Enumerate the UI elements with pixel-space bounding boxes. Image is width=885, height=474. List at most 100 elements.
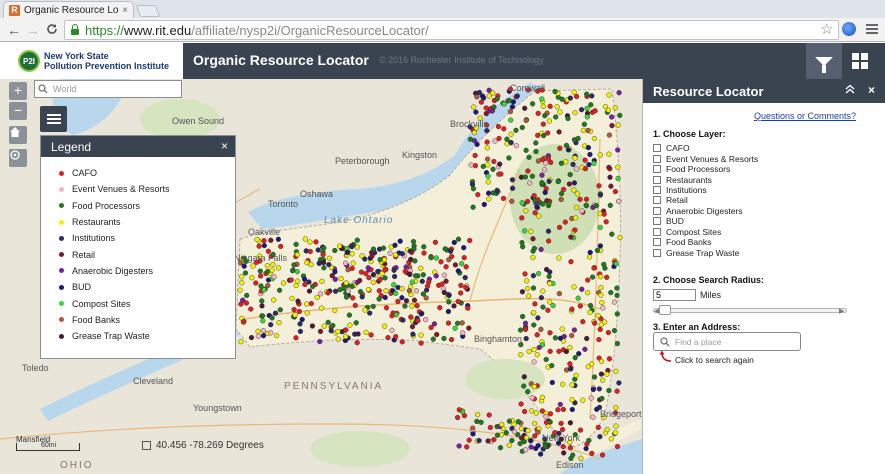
- resource-point[interactable]: [547, 103, 553, 109]
- resource-point[interactable]: [413, 288, 420, 294]
- resource-point[interactable]: [541, 167, 548, 173]
- resource-point[interactable]: [540, 132, 547, 139]
- resource-point[interactable]: [325, 290, 331, 296]
- resource-point[interactable]: [337, 243, 343, 249]
- resource-point[interactable]: [508, 139, 514, 146]
- resource-point[interactable]: [366, 275, 372, 281]
- resource-point[interactable]: [333, 288, 339, 294]
- resource-point[interactable]: [583, 196, 590, 202]
- resource-point[interactable]: [357, 277, 363, 284]
- map-search-input[interactable]: [53, 84, 173, 94]
- resource-point[interactable]: [602, 104, 609, 110]
- resource-point[interactable]: [268, 330, 274, 336]
- resource-point[interactable]: [535, 429, 541, 435]
- resource-point[interactable]: [357, 289, 364, 295]
- resource-point[interactable]: [393, 290, 399, 297]
- resource-point[interactable]: [506, 442, 512, 448]
- resource-point[interactable]: [497, 445, 504, 451]
- resource-point[interactable]: [509, 177, 516, 183]
- resource-point[interactable]: [533, 410, 539, 416]
- resource-point[interactable]: [292, 312, 298, 318]
- resource-point[interactable]: [304, 310, 310, 316]
- resource-point[interactable]: [523, 208, 529, 214]
- resource-point[interactable]: [549, 363, 555, 369]
- resource-point[interactable]: [539, 172, 545, 178]
- resource-point[interactable]: [399, 251, 405, 257]
- resource-point[interactable]: [455, 298, 461, 305]
- resource-point[interactable]: [343, 294, 350, 300]
- resource-point[interactable]: [293, 282, 299, 289]
- resource-point[interactable]: [559, 326, 565, 332]
- resource-point[interactable]: [260, 333, 267, 339]
- resource-point[interactable]: [573, 204, 580, 210]
- resource-point[interactable]: [595, 313, 601, 319]
- resource-point[interactable]: [585, 364, 591, 370]
- resource-point[interactable]: [535, 315, 541, 321]
- resource-point[interactable]: [260, 328, 266, 334]
- resource-point[interactable]: [469, 181, 476, 188]
- resource-point[interactable]: [583, 446, 589, 452]
- resource-point[interactable]: [533, 140, 539, 146]
- resource-point[interactable]: [461, 255, 467, 261]
- forward-icon[interactable]: →: [25, 22, 41, 38]
- resource-point[interactable]: [491, 158, 497, 165]
- resource-point[interactable]: [349, 283, 355, 290]
- resource-point[interactable]: [321, 245, 327, 251]
- resource-point[interactable]: [304, 260, 310, 266]
- resource-point[interactable]: [338, 276, 344, 282]
- resource-point[interactable]: [409, 324, 416, 330]
- resource-point[interactable]: [399, 286, 405, 292]
- resource-point[interactable]: [606, 92, 612, 98]
- legend-toggle-button[interactable]: [40, 106, 67, 132]
- resource-point[interactable]: [535, 271, 542, 277]
- resource-point[interactable]: [307, 239, 313, 245]
- resource-point[interactable]: [587, 303, 594, 309]
- resource-point[interactable]: [392, 273, 398, 280]
- resource-point[interactable]: [577, 196, 583, 202]
- resource-point[interactable]: [582, 346, 588, 352]
- resource-point[interactable]: [240, 297, 246, 303]
- resource-point[interactable]: [414, 303, 420, 309]
- resource-point[interactable]: [597, 326, 603, 333]
- resource-point[interactable]: [397, 238, 403, 244]
- resource-point[interactable]: [513, 143, 520, 149]
- resource-point[interactable]: [547, 411, 554, 417]
- resource-point[interactable]: [513, 127, 519, 133]
- resource-point[interactable]: [524, 198, 531, 205]
- resource-point[interactable]: [571, 89, 577, 95]
- questions-link[interactable]: Questions or Comments?: [754, 111, 856, 121]
- resource-point[interactable]: [296, 308, 303, 315]
- resource-point[interactable]: [248, 335, 255, 341]
- resource-point[interactable]: [255, 328, 261, 334]
- resource-point[interactable]: [573, 166, 580, 172]
- resource-point[interactable]: [344, 249, 350, 256]
- resource-point[interactable]: [387, 250, 393, 256]
- resource-point[interactable]: [293, 335, 299, 341]
- resource-point[interactable]: [565, 115, 571, 122]
- layer-option[interactable]: Institutions: [653, 185, 758, 195]
- resource-point[interactable]: [495, 123, 502, 130]
- resource-point[interactable]: [308, 301, 314, 307]
- tab-close-icon[interactable]: ×: [122, 5, 128, 16]
- resource-point[interactable]: [265, 269, 271, 275]
- resource-point[interactable]: [563, 142, 570, 149]
- resource-point[interactable]: [546, 273, 552, 280]
- resource-point[interactable]: [271, 274, 277, 280]
- resource-point[interactable]: [452, 262, 459, 268]
- resource-point[interactable]: [316, 260, 322, 266]
- resource-point[interactable]: [542, 443, 548, 450]
- resource-point[interactable]: [446, 292, 452, 299]
- resource-point[interactable]: [525, 168, 531, 174]
- resource-point[interactable]: [569, 306, 575, 312]
- resource-point[interactable]: [556, 291, 563, 297]
- resource-point[interactable]: [415, 318, 421, 324]
- resource-point[interactable]: [572, 227, 578, 233]
- resource-point[interactable]: [566, 181, 573, 187]
- resource-point[interactable]: [497, 161, 503, 167]
- resource-point[interactable]: [517, 327, 524, 333]
- resource-point[interactable]: [260, 318, 266, 324]
- resource-point[interactable]: [594, 247, 601, 254]
- resource-point[interactable]: [552, 335, 559, 341]
- resource-point[interactable]: [555, 407, 561, 413]
- resource-point[interactable]: [591, 374, 598, 380]
